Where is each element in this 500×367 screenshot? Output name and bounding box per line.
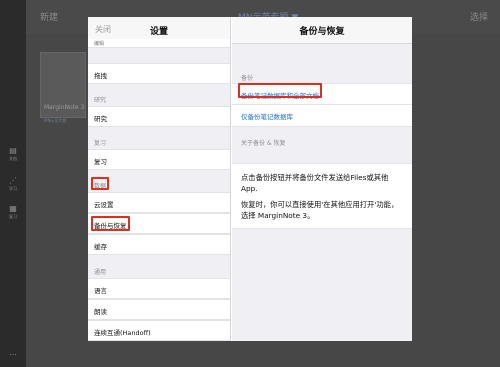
highlight-box <box>91 177 109 190</box>
new-button[interactable]: 新建 <box>40 10 58 23</box>
highlight-box <box>238 83 322 98</box>
settings-row-speech[interactable]: 朗读 <box>88 299 230 320</box>
section-general: 通用 <box>94 269 107 276</box>
study-icon: ⋰ <box>9 176 17 185</box>
row-label: 朗读 <box>94 308 107 316</box>
settings-row-edit[interactable]: 编辑 <box>88 39 230 48</box>
more-icon[interactable]: … <box>4 348 22 357</box>
notebook-card-title: MarginNote 3 <box>44 104 85 111</box>
section-about: 关于备份 & 恢复 <box>241 140 286 147</box>
row-label: 语言 <box>94 287 107 295</box>
select-button[interactable]: 选择 <box>470 10 488 23</box>
left-rail: ▤ 文档 ⋰ 学习 ▦ 复习 … <box>0 0 26 367</box>
settings-row-drag[interactable]: 拖拽 <box>88 63 230 84</box>
section-backup: 备份 <box>241 75 254 82</box>
backup-description: 点击备份按钮并将备份文件发送给Files或其他 App. 恢复时，你可以直接使用… <box>232 163 412 229</box>
row-label: 复习 <box>94 158 107 166</box>
row-label: 缓存 <box>94 243 107 251</box>
row-label: 编辑 <box>94 41 105 47</box>
settings-menu-pane: 关闭 设置 编辑 拖拽 研究 研究 复习 复习 数据 云设置 备份与恢复 缓存 … <box>88 17 231 341</box>
notebook-card-subtitle: MN示范专题 <box>44 118 67 123</box>
settings-row-language[interactable]: 语言 <box>88 278 230 299</box>
backup-db-only-option[interactable]: 仅备份笔记数据库 <box>232 105 412 127</box>
rail-label: 文档 <box>9 156 17 161</box>
rail-label: 复习 <box>9 214 17 219</box>
settings-row-cloud[interactable]: 云设置 <box>88 192 230 213</box>
rail-label: 学习 <box>9 186 17 191</box>
settings-row-cache[interactable]: 缓存 <box>88 234 230 255</box>
backup-title: 备份与恢复 <box>299 27 345 37</box>
row-label: 拖拽 <box>94 72 107 80</box>
settings-row-handoff[interactable]: 连续互通(Handoff) <box>88 320 230 341</box>
settings-row-research[interactable]: 研究 <box>88 106 230 127</box>
rail-study[interactable]: ⋰ 学习 <box>4 176 22 192</box>
row-label: 研究 <box>94 115 107 123</box>
row-label: 仅备份笔记数据库 <box>241 113 293 121</box>
backup-restore-pane: 备份与恢复 备份 备份笔记数据库和全部文档 仅备份笔记数据库 关于备份 & 恢复… <box>232 17 412 341</box>
settings-title: 设置 <box>149 27 168 37</box>
row-label: 云设置 <box>94 201 114 209</box>
backup-description-2: 恢复时，你可以直接使用'在其他应用打开'功能，选择 MarginNote 3。 <box>241 200 399 220</box>
settings-modal: 关闭 设置 编辑 拖拽 研究 研究 复习 复习 数据 云设置 备份与恢复 缓存 … <box>88 17 412 341</box>
section-research: 研究 <box>94 97 107 104</box>
highlight-box <box>91 216 130 231</box>
row-label: 连续互通(Handoff) <box>94 329 151 337</box>
rail-document[interactable]: ▤ 文档 <box>4 146 22 162</box>
backup-navbar: 备份与恢复 <box>232 17 412 44</box>
section-data: 数据 <box>94 183 107 190</box>
document-icon: ▤ <box>9 146 17 155</box>
backup-description-1: 点击备份按钮并将备份文件发送给Files或其他 App. <box>241 173 389 193</box>
settings-row-review[interactable]: 复习 <box>88 149 230 170</box>
rail-review[interactable]: ▦ 复习 <box>4 204 22 220</box>
section-review: 复习 <box>94 140 107 147</box>
review-icon: ▦ <box>9 204 17 213</box>
